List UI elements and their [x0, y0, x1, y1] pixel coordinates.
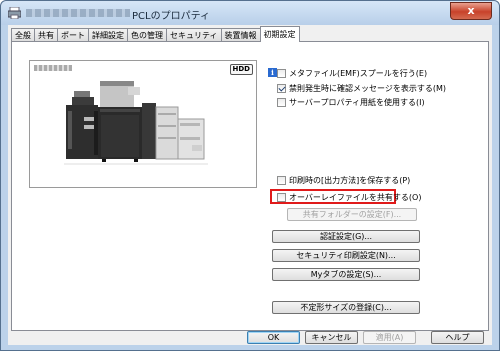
tab-color-management[interactable]: 色の管理 [127, 28, 167, 42]
printer-app-icon [8, 7, 21, 19]
share-overlay-option[interactable]: オーバーレイファイルを共有する(O) [277, 192, 421, 203]
tab-bar: 全般 共有 ポート 詳細設定 色の管理 セキュリティ 装置情報 初期設定 [11, 26, 300, 42]
save-output-method-checkbox[interactable] [277, 176, 286, 185]
help-button[interactable]: ヘルプ [431, 331, 484, 344]
tab-security[interactable]: セキュリティ [166, 28, 222, 42]
my-tab-settings-button[interactable]: Myタブの設定(S)... [272, 268, 420, 281]
server-paper-option[interactable]: サーバープロパティ用紙を使用する(I) [277, 97, 425, 108]
properties-dialog: PCLのプロパティ x 全般 共有 ポート 詳細設定 色の管理 セキュリティ 装… [0, 0, 500, 351]
tab-general[interactable]: 全般 [11, 28, 35, 42]
info-icon[interactable]: i [268, 68, 281, 77]
share-overlay-label: オーバーレイファイルを共有する(O) [289, 193, 422, 202]
share-overlay-checkbox[interactable] [277, 193, 286, 202]
emf-spool-option[interactable]: メタファイル(EMF)スプールを行う(E) [277, 68, 427, 79]
apply-button[interactable]: 適用(A) [363, 331, 416, 344]
server-paper-label: サーバープロパティ用紙を使用する(I) [289, 98, 425, 107]
tab-panel: HDD i メタファイル(EMF)スプールを行う(E) 禁則発生時に確認メッセー… [11, 41, 489, 331]
emf-spool-label: メタファイル(EMF)スプールを行う(E) [289, 69, 428, 78]
close-button[interactable]: x [450, 2, 492, 20]
cancel-button[interactable]: キャンセル [305, 331, 358, 344]
device-preview: HDD [29, 60, 257, 188]
confirm-restrict-label: 禁則発生時に確認メッセージを表示する(M) [289, 84, 446, 93]
emf-spool-checkbox[interactable] [277, 69, 286, 78]
secure-print-button[interactable]: セキュリティ印刷設定(N)... [272, 249, 420, 262]
tab-initial-settings[interactable]: 初期設定 [259, 26, 300, 42]
window-title: PCLのプロパティ [132, 11, 210, 22]
printer-name-redacted [26, 9, 130, 17]
custom-size-button[interactable]: 不定形サイズの登録(C)... [272, 301, 420, 314]
title-bar[interactable]: PCLのプロパティ x [1, 1, 499, 25]
confirm-restrict-checkbox[interactable] [277, 84, 286, 93]
save-output-method-label: 印刷時の[出力方法]を保存する(P) [289, 176, 411, 185]
tab-advanced[interactable]: 詳細設定 [88, 28, 128, 42]
printer-image-icon [64, 81, 208, 165]
dialog-client: 全般 共有 ポート 詳細設定 色の管理 セキュリティ 装置情報 初期設定 HDD [8, 25, 492, 345]
auth-settings-button[interactable]: 認証設定(G)... [272, 230, 420, 243]
tab-device-info[interactable]: 装置情報 [220, 28, 261, 42]
model-name-redacted [34, 65, 72, 71]
ok-button[interactable]: OK [247, 331, 300, 344]
tab-ports[interactable]: ポート [57, 28, 89, 42]
confirm-restrict-option[interactable]: 禁則発生時に確認メッセージを表示する(M) [277, 83, 446, 94]
server-paper-checkbox[interactable] [277, 98, 286, 107]
hdd-badge: HDD [229, 64, 253, 75]
save-output-method-option[interactable]: 印刷時の[出力方法]を保存する(P) [277, 175, 410, 186]
tab-sharing[interactable]: 共有 [34, 28, 58, 42]
shared-folder-button[interactable]: 共有フォルダーの設定(F)... [287, 208, 417, 221]
